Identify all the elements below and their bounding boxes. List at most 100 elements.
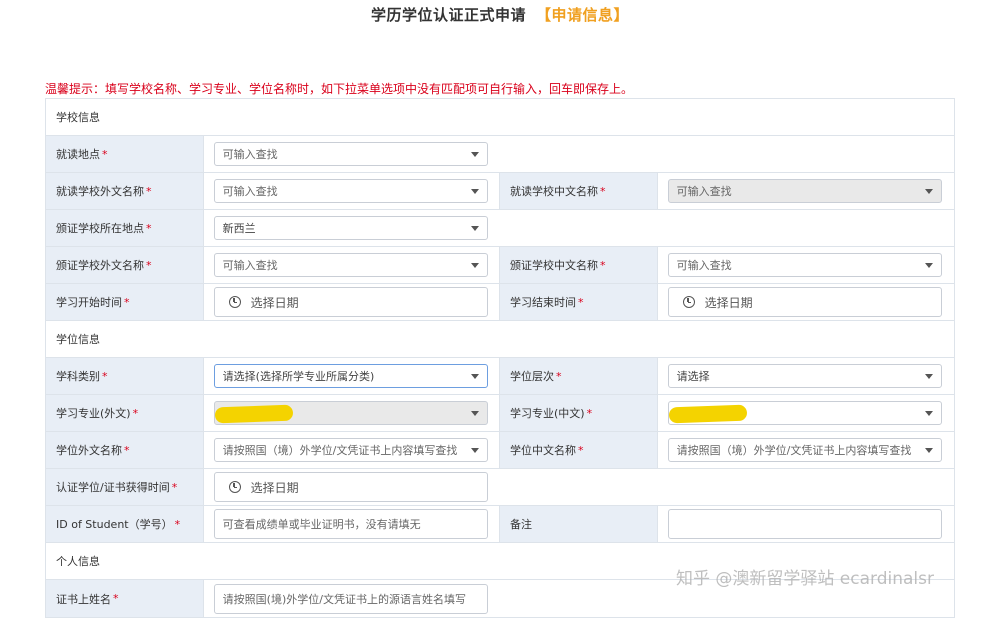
chevron-down-icon bbox=[924, 448, 933, 453]
required-mark: * bbox=[146, 184, 152, 198]
required-mark: * bbox=[124, 443, 130, 457]
watermark: 知乎 @澳新留学驿站 ecardinalsr bbox=[676, 569, 934, 589]
field-cell bbox=[658, 506, 954, 542]
discipline-label: 学科类别 * bbox=[46, 358, 204, 394]
label-text: 颁证学校所在地点 bbox=[56, 222, 144, 235]
field-cell: 可输入查找 bbox=[658, 247, 954, 283]
student-id-input[interactable]: 可查看成绩单或毕业证明书，没有请填无 bbox=[213, 509, 488, 539]
label-text: 学习专业(中文) bbox=[510, 407, 585, 420]
required-mark: * bbox=[102, 147, 108, 161]
label-text: 证书上姓名 bbox=[56, 592, 111, 606]
label-text: 学科类别 bbox=[56, 370, 100, 383]
field-cell: 选择日期 bbox=[204, 284, 500, 320]
form-row: 认证学位/证书获得时间 * 选择日期 bbox=[46, 469, 954, 506]
required-mark: * bbox=[600, 258, 606, 272]
form-row: 颁证学校所在地点 * 新西兰 bbox=[46, 210, 954, 247]
section-degree-info: 学位信息 bbox=[46, 321, 954, 358]
field-cell: 请按照国（境）外学位/文凭证书上内容填写查找 bbox=[204, 432, 500, 468]
issuing-chinese-name-select[interactable]: 可输入查找 bbox=[667, 253, 942, 277]
label-text: 学位外文名称 bbox=[56, 444, 122, 457]
required-mark: * bbox=[174, 517, 181, 531]
study-end-date-picker[interactable]: 选择日期 bbox=[667, 287, 942, 317]
select-value: 请按照国（境）外学位/文凭证书上内容填写查找 bbox=[676, 444, 912, 457]
field-cell: 选择日期 bbox=[204, 469, 954, 505]
required-mark: * bbox=[600, 184, 606, 198]
issuing-foreign-name-label: 颁证学校外文名称 * bbox=[46, 247, 204, 283]
major-chinese-label: 学习专业(中文) * bbox=[500, 395, 658, 431]
form-row: 学习专业(外文) * 学习专业(中文) * bbox=[46, 395, 954, 432]
field-cell: 选择日期 bbox=[658, 284, 954, 320]
discipline-select[interactable]: 请选择(选择所学专业所属分类) bbox=[213, 364, 488, 388]
issuing-foreign-name-select[interactable]: 可输入查找 bbox=[213, 253, 488, 277]
required-mark: * bbox=[102, 369, 108, 383]
date-placeholder: 选择日期 bbox=[250, 480, 299, 495]
certificate-name-label: 证书上姓名 * bbox=[46, 580, 204, 617]
label-text: 认证学位/证书获得时间 bbox=[56, 481, 170, 494]
field-cell: 请选择(选择所学专业所属分类) bbox=[204, 358, 500, 394]
major-chinese-select[interactable] bbox=[667, 401, 942, 425]
certificate-name-input[interactable]: 请按照国(境)外学位/文凭证书上的源语言姓名填写 bbox=[213, 583, 488, 614]
remarks-input[interactable] bbox=[667, 509, 942, 539]
label-text: ID of Student（学号） bbox=[56, 518, 173, 531]
field-cell bbox=[658, 395, 954, 431]
label-text: 就读学校中文名称 bbox=[510, 185, 598, 198]
select-value: 新西兰 bbox=[222, 222, 256, 235]
form-row: 就读学校外文名称 * 可输入查找 就读学校中文名称 * 可输入查找 bbox=[46, 173, 954, 210]
select-value: 请按照国（境）外学位/文凭证书上内容填写查找 bbox=[222, 444, 458, 457]
input-placeholder: 请按照国(境)外学位/文凭证书上的源语言姓名填写 bbox=[222, 592, 466, 606]
field-cell bbox=[204, 395, 500, 431]
label-text: 学位中文名称 bbox=[510, 444, 576, 457]
school-chinese-name-select: 可输入查找 bbox=[667, 179, 942, 203]
required-mark: * bbox=[124, 295, 130, 309]
degree-obtained-date-picker[interactable]: 选择日期 bbox=[213, 472, 488, 502]
page-title: 学历学位认证正式申请 【申请信息】 bbox=[0, 4, 1000, 25]
page-title-text: 学历学位认证正式申请 bbox=[370, 6, 526, 24]
select-value: 请选择(选择所学专业所属分类) bbox=[222, 370, 375, 383]
label-text: 学习开始时间 bbox=[56, 296, 122, 309]
form-row: 颁证学校外文名称 * 可输入查找 颁证学校中文名称 * 可输入查找 bbox=[46, 247, 954, 284]
field-cell: 新西兰 bbox=[204, 210, 954, 246]
school-foreign-name-select[interactable]: 可输入查找 bbox=[213, 179, 488, 203]
degree-level-select[interactable]: 请选择 bbox=[667, 364, 942, 388]
study-location-select[interactable]: 可输入查找 bbox=[213, 142, 488, 166]
select-value: 可输入查找 bbox=[222, 185, 278, 198]
degree-foreign-name-label: 学位外文名称 * bbox=[46, 432, 204, 468]
remarks-label: 备注 bbox=[500, 506, 658, 542]
degree-level-label: 学位层次 * bbox=[500, 358, 658, 394]
chevron-down-icon bbox=[470, 448, 479, 453]
required-mark: * bbox=[132, 406, 139, 420]
page-title-tag: 【申请信息】 bbox=[536, 6, 630, 24]
school-chinese-name-label: 就读学校中文名称 * bbox=[500, 173, 658, 209]
label-text: 学习结束时间 bbox=[510, 296, 576, 309]
select-value: 请选择 bbox=[676, 370, 710, 383]
degree-obtained-time-label: 认证学位/证书获得时间 * bbox=[46, 469, 204, 505]
degree-chinese-name-select[interactable]: 请按照国（境）外学位/文凭证书上内容填写查找 bbox=[667, 438, 942, 462]
clock-icon bbox=[228, 481, 241, 493]
required-mark: * bbox=[146, 221, 152, 235]
study-start-label: 学习开始时间 * bbox=[46, 284, 204, 320]
issuing-location-select[interactable]: 新西兰 bbox=[213, 216, 488, 240]
select-value: 可输入查找 bbox=[222, 259, 278, 272]
label-text: 颁证学校外文名称 bbox=[56, 259, 144, 272]
degree-foreign-name-select[interactable]: 请按照国（境）外学位/文凭证书上内容填写查找 bbox=[213, 438, 488, 462]
required-mark: * bbox=[586, 406, 593, 420]
chevron-down-icon bbox=[924, 189, 933, 194]
select-value: 可输入查找 bbox=[676, 259, 732, 272]
chevron-down-icon bbox=[924, 374, 933, 379]
required-mark: * bbox=[578, 443, 584, 457]
label-text: 就读地点 bbox=[56, 148, 100, 161]
field-cell: 可输入查找 bbox=[204, 136, 954, 172]
date-placeholder: 选择日期 bbox=[704, 295, 753, 310]
form-row: 学习开始时间 * 选择日期 学习结束时间 * 选择日期 bbox=[46, 284, 954, 321]
chevron-down-icon bbox=[924, 263, 933, 268]
chevron-down-icon bbox=[470, 189, 479, 194]
form-row: ID of Student（学号） * 可查看成绩单或毕业证明书，没有请填无 备… bbox=[46, 506, 954, 543]
label-text: 学习专业(外文) bbox=[56, 407, 131, 420]
required-mark: * bbox=[556, 369, 562, 383]
label-text: 学位层次 bbox=[510, 370, 554, 383]
issuing-chinese-name-label: 颁证学校中文名称 * bbox=[500, 247, 658, 283]
study-start-date-picker[interactable]: 选择日期 bbox=[213, 287, 488, 317]
field-cell: 可输入查找 bbox=[204, 247, 500, 283]
date-placeholder: 选择日期 bbox=[250, 295, 299, 310]
field-cell: 请选择 bbox=[658, 358, 954, 394]
